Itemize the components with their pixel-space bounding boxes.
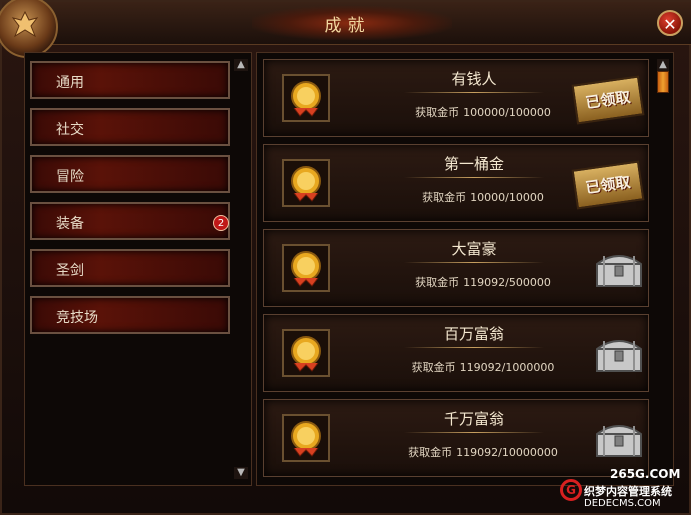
notification-badge: 2 <box>213 215 229 231</box>
achievement-title: 千万富翁 <box>443 410 504 428</box>
nav-item-arena[interactable]: 竞技场 <box>30 296 230 334</box>
scroll-thumb[interactable] <box>657 71 669 93</box>
close-icon: ✕ <box>663 15 677 34</box>
nav-item-holy-sword[interactable]: 圣剑 <box>30 249 230 287</box>
achievement-list: 有钱人 获取金币 100000/100000 已领取 第一桶金 获取金币 10000… <box>256 52 674 486</box>
window-title: 成就 <box>324 16 371 36</box>
close-button[interactable]: ✕ <box>657 10 683 36</box>
claimed-stamp: 已领取 <box>571 160 645 210</box>
progress-label: 获取金币 <box>411 361 456 374</box>
treasure-chest-icon[interactable] <box>592 246 646 290</box>
scroll-down-icon[interactable]: ▼ <box>234 467 248 479</box>
achievement-card: 百万富翁 获取金币 119092/1000000 <box>263 314 649 392</box>
nav-item-equipment[interactable]: 装备 2 <box>30 202 230 240</box>
nav-item-label: 圣剑 <box>56 263 84 279</box>
nav-item-label: 冒险 <box>56 169 84 185</box>
phoenix-emblem-icon <box>0 0 58 58</box>
category-scrollbar[interactable]: ▲ ▼ <box>234 59 248 479</box>
achievement-scrollbar[interactable]: ▲ <box>657 59 669 479</box>
progress-label: 获取金币 <box>415 106 460 119</box>
achievement-progress: 获取金币 119092/500000 <box>368 274 598 290</box>
treasure-chest-icon[interactable] <box>592 416 646 460</box>
progress-value: 10000/10000 <box>470 191 544 204</box>
nav-item-label: 竞技场 <box>56 310 98 326</box>
gold-medal-icon <box>282 244 330 292</box>
progress-value: 100000/100000 <box>463 106 551 119</box>
watermark-logo: G <box>560 479 582 501</box>
divider <box>404 262 544 263</box>
scroll-up-icon[interactable]: ▲ <box>657 59 669 71</box>
achievement-card: 第一桶金 获取金币 10000/10000 已领取 <box>263 144 649 222</box>
watermark-domain: DEDECMS.COM <box>584 498 661 509</box>
achievement-title: 大富豪 <box>451 240 497 258</box>
claimed-stamp: 已领取 <box>571 75 645 125</box>
nav-item-label: 装备 <box>56 216 84 232</box>
scroll-up-icon[interactable]: ▲ <box>234 59 248 71</box>
nav-item-general[interactable]: 通用 <box>30 61 230 99</box>
title-bar: 成就 <box>2 2 691 45</box>
achievement-title: 有钱人 <box>451 70 497 88</box>
gold-medal-icon <box>282 414 330 462</box>
achievement-title: 第一桶金 <box>443 155 504 173</box>
divider <box>404 177 544 178</box>
divider <box>404 92 544 93</box>
category-panel: 通用 社交 冒险 装备 2 圣剑 竞技场 ▲ ▼ <box>24 52 252 486</box>
gold-medal-icon <box>282 159 330 207</box>
divider <box>404 432 544 433</box>
achievement-card: 有钱人 获取金币 100000/100000 已领取 <box>263 59 649 137</box>
site-watermark: G 265G.COM 织梦内容管理系统 DEDECMS.COM <box>558 465 690 515</box>
progress-label: 获取金币 <box>422 191 467 204</box>
gold-medal-icon <box>282 329 330 377</box>
divider <box>404 347 544 348</box>
gold-medal-icon <box>282 74 330 122</box>
watermark-cms: 织梦内容管理系统 <box>584 485 672 498</box>
achievement-title: 百万富翁 <box>443 325 504 343</box>
achievement-progress: 获取金币 119092/10000000 <box>368 444 598 460</box>
watermark-site: 265G.COM <box>610 467 681 481</box>
achievement-progress: 获取金币 10000/10000 <box>368 189 598 205</box>
treasure-chest-icon[interactable] <box>592 331 646 375</box>
progress-value: 119092/1000000 <box>459 361 555 374</box>
achievement-window: 成就 ✕ 通用 社交 冒险 装备 2 圣剑 竞技场 ▲ ▼ 有钱人 获取金币 1… <box>0 0 691 515</box>
achievement-card: 大富豪 获取金币 119092/500000 <box>263 229 649 307</box>
achievement-progress: 获取金币 119092/1000000 <box>368 359 598 375</box>
progress-label: 获取金币 <box>415 276 460 289</box>
achievement-progress: 获取金币 100000/100000 <box>368 104 598 120</box>
nav-item-label: 通用 <box>56 75 84 91</box>
nav-item-label: 社交 <box>56 122 84 138</box>
nav-item-social[interactable]: 社交 <box>30 108 230 146</box>
progress-value: 119092/500000 <box>463 276 551 289</box>
nav-item-adventure[interactable]: 冒险 <box>30 155 230 193</box>
progress-value: 119092/10000000 <box>456 446 558 459</box>
progress-label: 获取金币 <box>408 446 453 459</box>
